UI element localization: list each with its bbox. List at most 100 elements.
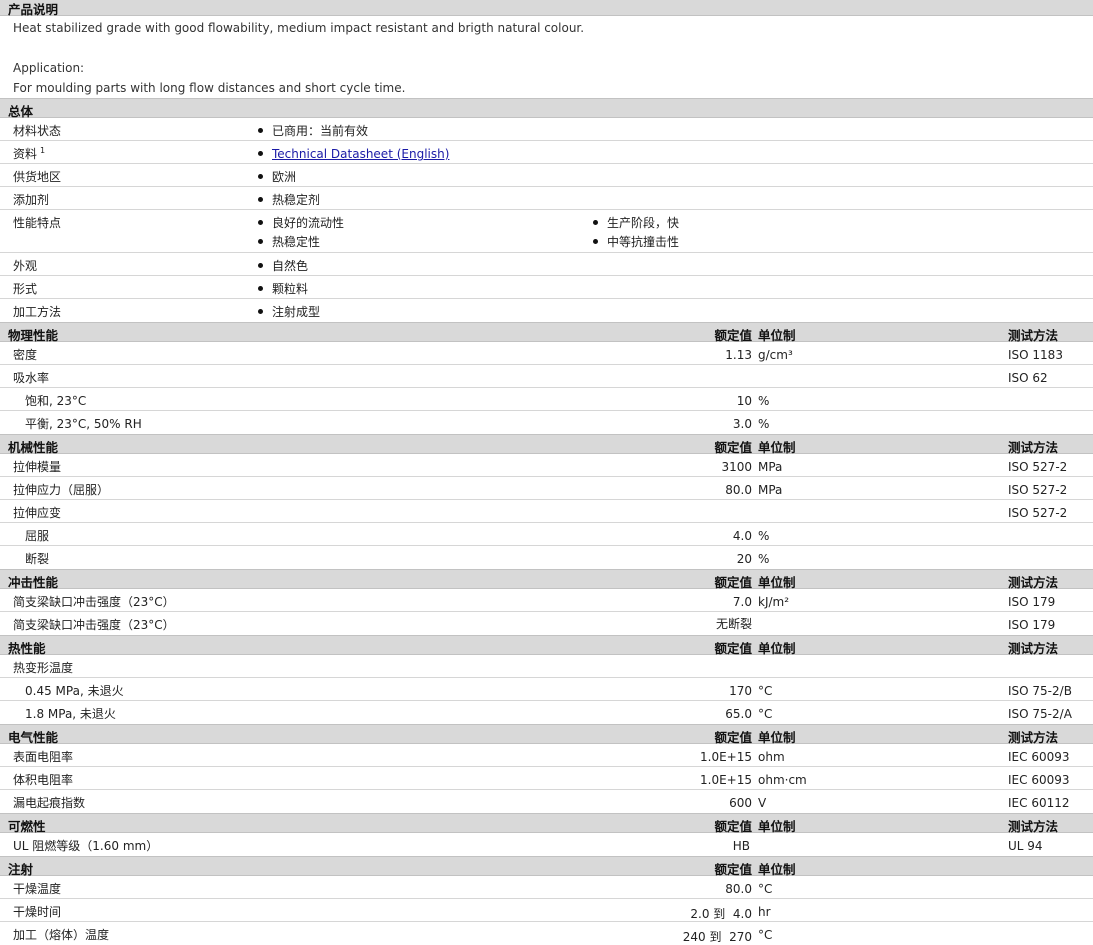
bullet-icon (258, 286, 263, 291)
bullet-icon (258, 263, 263, 268)
bullet-item: 注射成型 (258, 303, 320, 320)
row-test-method: ISO 179 (1008, 595, 1056, 609)
section-mechanical-header: 机械性能 额定值 单位制 测试方法 (0, 434, 1093, 455)
row-value: 20 (736, 552, 752, 566)
bullet-icon (258, 220, 263, 225)
property-row: 干燥温度 80.0 °C (0, 876, 1093, 899)
bullet-icon (258, 197, 263, 202)
property-row: 断裂 20% (0, 546, 1093, 569)
row-unit: hr (758, 905, 771, 919)
row-label: 密度 (13, 348, 38, 362)
property-row: 表面电阻率 1.0E+15 ohm IEC 60093 (0, 744, 1093, 767)
property-row: 0.45 MPa, 未退火 170 °C ISO 75-2/B (0, 678, 1093, 701)
row-label: 简支梁缺口冲击强度（23°C） (13, 618, 175, 632)
row-value: 4.0 (732, 529, 752, 543)
general-row-form: 形式 颗粒料 (0, 276, 1093, 299)
row-unit: °C (758, 882, 773, 896)
row-unit: % (758, 417, 770, 431)
bullet-icon (258, 151, 263, 156)
bullet-icon (593, 220, 598, 225)
section-description-header: 产品说明 (0, 0, 1093, 17)
property-row: 密度 1.13 g/cm³ ISO 1183 (0, 342, 1093, 365)
section-electrical-header: 电气性能 额定值 单位制 测试方法 (0, 724, 1093, 745)
datasheet-link[interactable]: Technical Datasheet (English) (272, 147, 449, 161)
row-label: 漏电起痕指数 (13, 796, 86, 810)
general-row-features: 性能特点 良好的流动性 热稳定性 生产阶段，快 中等抗撞击性 (0, 210, 1093, 253)
bullet-item: 自然色 (258, 257, 308, 274)
row-label: 干燥温度 (13, 882, 62, 896)
row-label: 平衡, 23°C, 50% RH (25, 417, 142, 431)
row-label: 0.45 MPa, 未退火 (25, 684, 124, 698)
row-value: 80.0 (725, 483, 752, 497)
bullet-item: 热稳定性 (258, 233, 320, 250)
application-text: For moulding parts with long flow distan… (13, 81, 406, 95)
row-unit: ohm·cm (758, 773, 807, 787)
bullet-icon (593, 239, 598, 244)
property-row: 屈服 4.0% (0, 523, 1093, 546)
bullet-item: 中等抗撞击性 (593, 233, 679, 250)
bullet-item: 欧洲 (258, 168, 296, 185)
row-value: 7.0 (732, 595, 752, 609)
bullet-icon (258, 174, 263, 179)
bullet-icon (258, 309, 263, 314)
property-row: 漏电起痕指数 600 V IEC 60112 (0, 790, 1093, 813)
row-test-method: ISO 527-2 (1008, 460, 1068, 474)
row-label: 拉伸模量 (13, 460, 62, 474)
row-label: 供货地区 (13, 170, 62, 184)
row-value: 240 到 270 (682, 930, 752, 944)
bullet-icon (258, 239, 263, 244)
bullet-item: 颗粒料 (258, 280, 308, 297)
row-test-method: ISO 75-2/A (1008, 707, 1072, 721)
datasheet: 产品说明 Heat stabilized grade with good flo… (0, 0, 1093, 945)
property-row: 拉伸应力（屈服） 80.0 MPa ISO 527-2 (0, 477, 1093, 500)
property-row: 拉伸模量 3100 MPa ISO 527-2 (0, 454, 1093, 477)
general-row-resources: 资料 1 Technical Datasheet (English) (0, 141, 1093, 164)
row-label: 资料 1 (13, 146, 46, 161)
footnote-marker: 1 (40, 146, 46, 155)
property-row: 饱和, 23°C 10% (0, 388, 1093, 411)
row-unit: % (758, 552, 770, 566)
row-unit: MPa (758, 460, 783, 474)
application-label: Application: (13, 61, 85, 75)
bullet-item: 生产阶段，快 (593, 214, 679, 231)
row-test-method: ISO 527-2 (1008, 483, 1068, 497)
row-unit: ohm (758, 750, 785, 764)
row-value: 3.0 (732, 417, 752, 431)
row-label: UL 阻燃等级（1.60 mm） (13, 839, 159, 853)
row-value: 80.0 (725, 882, 752, 896)
row-test-method: IEC 60093 (1008, 773, 1070, 787)
row-label: 屈服 (25, 529, 50, 543)
bullet-item: 良好的流动性 (258, 214, 344, 231)
property-row: 拉伸应变 ISO 527-2 (0, 500, 1093, 523)
row-unit: kJ/m² (758, 595, 790, 609)
section-injection-header: 注射 额定值 单位制 (0, 856, 1093, 877)
row-test-method: ISO 75-2/B (1008, 684, 1072, 698)
row-value: 无断裂 (715, 617, 752, 631)
general-row-processing: 加工方法 注射成型 (0, 299, 1093, 322)
row-value: 10 (736, 394, 752, 408)
row-label: 性能特点 (13, 216, 62, 230)
bullet-item: 已商用：当前有效 (258, 122, 368, 139)
row-label: 加工方法 (13, 305, 62, 319)
row-label: 添加剂 (13, 193, 50, 207)
row-unit: % (758, 529, 770, 543)
row-test-method: IEC 60093 (1008, 750, 1070, 764)
row-label: 拉伸应变 (13, 506, 62, 520)
row-value: 3100 (721, 460, 752, 474)
row-label: 吸水率 (13, 371, 50, 385)
general-row-appearance: 外观 自然色 (0, 253, 1093, 276)
row-label: 外观 (13, 259, 38, 273)
row-unit: °C (758, 684, 773, 698)
property-row: 简支梁缺口冲击强度（23°C） 无断裂 ISO 179 (0, 612, 1093, 635)
row-label: 材料状态 (13, 124, 62, 138)
row-unit: °C (758, 928, 773, 942)
row-value: 1.0E+15 (700, 750, 752, 764)
bullet-item: 热稳定剂 (258, 191, 320, 208)
property-row: 1.8 MPa, 未退火 65.0 °C ISO 75-2/A (0, 701, 1093, 724)
row-test-method: ISO 527-2 (1008, 506, 1068, 520)
section-flammability-header: 可燃性 额定值 单位制 测试方法 (0, 813, 1093, 834)
row-test-method: IEC 60112 (1008, 796, 1070, 810)
row-value: 1.13 (725, 348, 752, 362)
row-label: 加工（熔体）温度 (13, 928, 110, 942)
section-thermal-header: 热性能 额定值 单位制 测试方法 (0, 635, 1093, 656)
